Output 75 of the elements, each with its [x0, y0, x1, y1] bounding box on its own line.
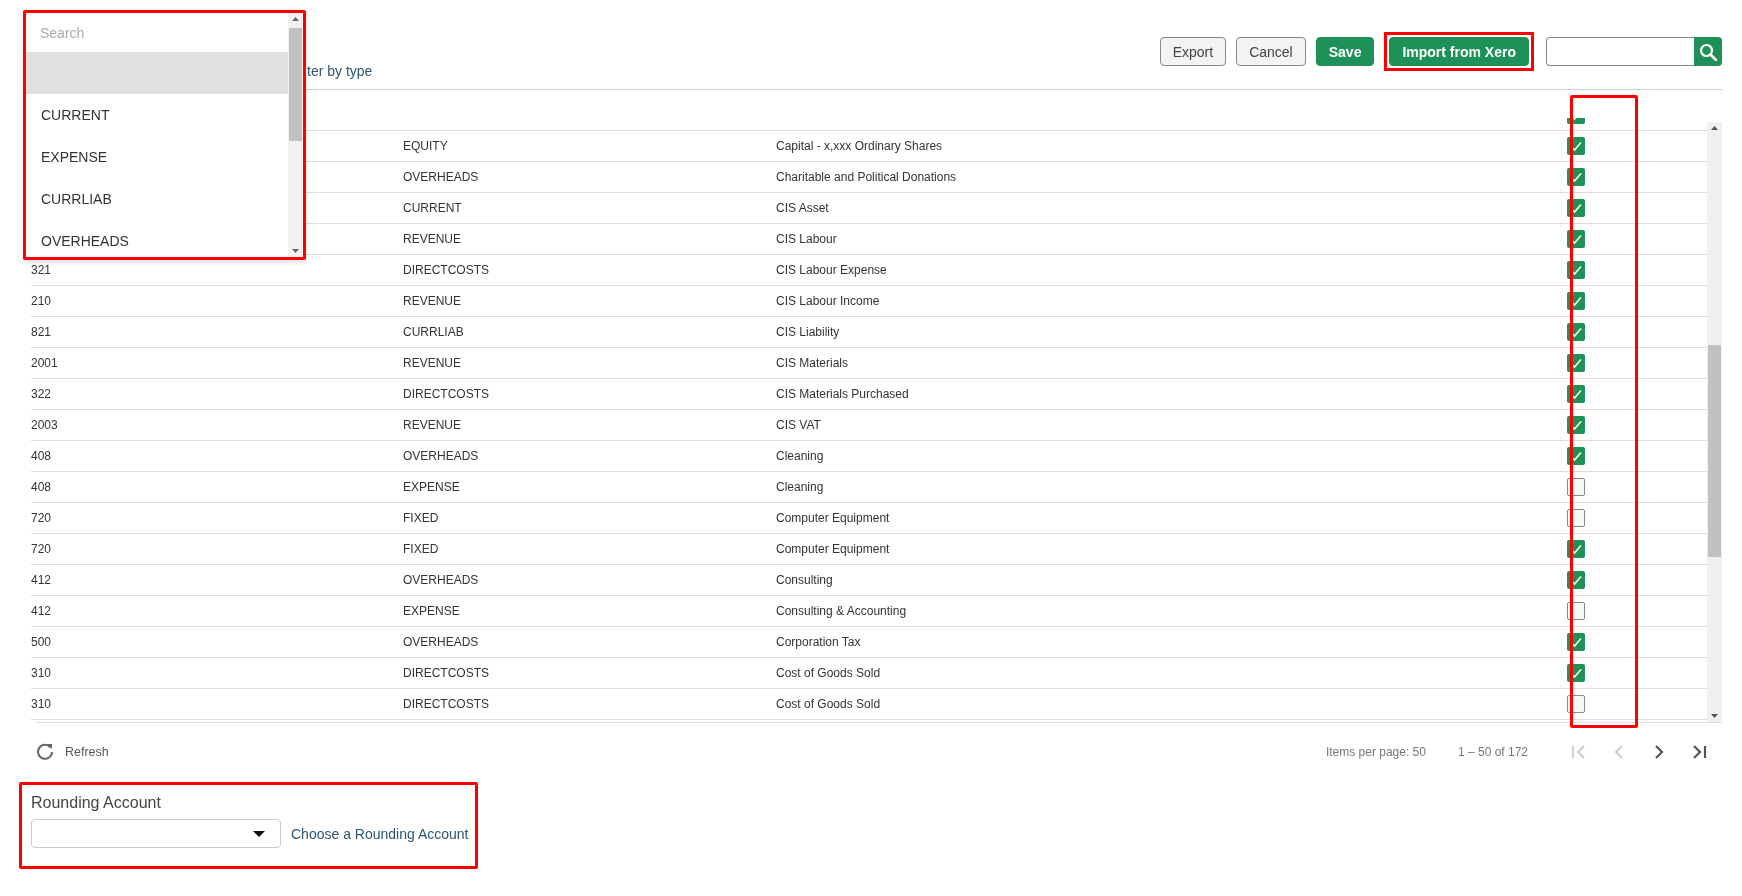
table-cell-text: 321 [31, 263, 53, 277]
search-field[interactable] [1546, 37, 1694, 66]
search-icon [1699, 42, 1717, 61]
table-cell-text: 821 [31, 325, 53, 339]
table-cell-text: OVERHEADS [403, 449, 480, 463]
table-cell-text: 720 [31, 542, 53, 556]
table-cell-text: Cost of Goods Sold [776, 666, 882, 680]
table-cell-text: 322 [31, 387, 53, 401]
caret-icon [253, 830, 265, 837]
table-cell-text: 2001 [31, 356, 59, 370]
table-cell-text: REVENUE [403, 356, 462, 370]
table-cell-text: 720 [31, 511, 53, 525]
filter-link[interactable]: ter by type [307, 63, 373, 79]
table-cell-text: 408 [31, 449, 53, 463]
table-cell-text: 310 [31, 697, 53, 711]
table-cell-text: DIRECTCOSTS [403, 666, 490, 680]
table-cell-text: Charitable and Political Donations [776, 170, 958, 184]
table-cell-text: Computer Equipment [776, 511, 891, 525]
table-cell-text: Consulting [776, 573, 834, 587]
table-cell-text: DIRECTCOSTS [403, 263, 490, 277]
table-cell-text: EQUITY [403, 139, 449, 153]
table-cell-text: CIS Materials Purchased [776, 387, 910, 401]
table-cell-text: FIXED [403, 542, 440, 556]
table-cell-text: CIS Asset [776, 201, 830, 215]
table-cell-text: Cleaning [776, 449, 825, 463]
table-cell-text: CIS Materials [776, 356, 850, 370]
table-cell-text: OVERHEADS [403, 635, 480, 649]
toolbar-button[interactable]: Cancel [1236, 37, 1306, 66]
refresh-link[interactable]: Refresh [65, 744, 109, 759]
scrollbar[interactable] [1707, 122, 1722, 722]
dropdown-search-field[interactable]: Search [26, 13, 288, 52]
table-cell-text: 412 [31, 573, 53, 587]
table-cell-text: 408 [31, 480, 53, 494]
dropdown-option[interactable]: OVERHEADS [26, 220, 288, 257]
table-cell-text: CIS Labour [776, 232, 838, 246]
table-cell-text: CURRLIAB [403, 325, 465, 339]
table-cell-text: CIS Liability [776, 325, 841, 339]
table-cell-text: FIXED [403, 511, 440, 525]
table-cell-text: OVERHEADS [403, 573, 480, 587]
rounding-account-link[interactable]: Choose a Rounding Account [291, 825, 469, 842]
table-cell-text: Computer Equipment [776, 542, 891, 556]
toolbar-button[interactable]: Export [1159, 37, 1227, 66]
table-cell-text: CIS Labour Income [776, 294, 881, 308]
table-cell-text: REVENUE [403, 294, 462, 308]
table-cell-text: Consulting & Accounting [776, 604, 908, 618]
table-cell-text: OVERHEADS [403, 170, 480, 184]
table-cell-text: EXPENSE [403, 604, 461, 618]
table-cell-text: CURRENT [403, 201, 463, 215]
table-cell-text: DIRECTCOSTS [403, 387, 490, 401]
table-cell-text: 310 [31, 666, 53, 680]
field-label: Rounding Account [31, 794, 161, 812]
dropdown-option[interactable]: EXPENSE [26, 136, 288, 178]
dropdown-option[interactable]: CURRENT [26, 94, 288, 136]
toolbar-button[interactable]: Import from Xero [1389, 37, 1529, 66]
table-cell-text: Capital - x,xxx Ordinary Shares [776, 139, 944, 153]
table-cell-text: 412 [31, 604, 53, 618]
items-per-page[interactable]: Items per page: 50 [1325, 744, 1426, 759]
table-cell-text: 500 [31, 635, 53, 649]
table-cell-text: Cost of Goods Sold [776, 697, 882, 711]
scrollbar[interactable] [288, 13, 303, 257]
table-cell-text: DIRECTCOSTS [403, 697, 490, 711]
table-cell-text: REVENUE [403, 418, 462, 432]
page-range: 1 – 50 of 172 [1457, 744, 1528, 759]
table-cell-text: CIS VAT [776, 418, 822, 432]
table-cell-text: 210 [31, 294, 53, 308]
refresh-icon[interactable] [36, 742, 55, 761]
dropdown-option[interactable]: CURRLIAB [26, 178, 288, 220]
table-cell-text: Cleaning [776, 480, 825, 494]
search-button[interactable] [1694, 37, 1722, 66]
table-cell-text: EXPENSE [403, 480, 461, 494]
table-cell-text: CIS Labour Expense [776, 263, 888, 277]
table-cell-text: REVENUE [403, 232, 462, 246]
toolbar-button[interactable]: Save [1315, 37, 1375, 66]
table-cell-text: Corporation Tax [776, 635, 862, 649]
table-cell-text: 2003 [31, 418, 59, 432]
